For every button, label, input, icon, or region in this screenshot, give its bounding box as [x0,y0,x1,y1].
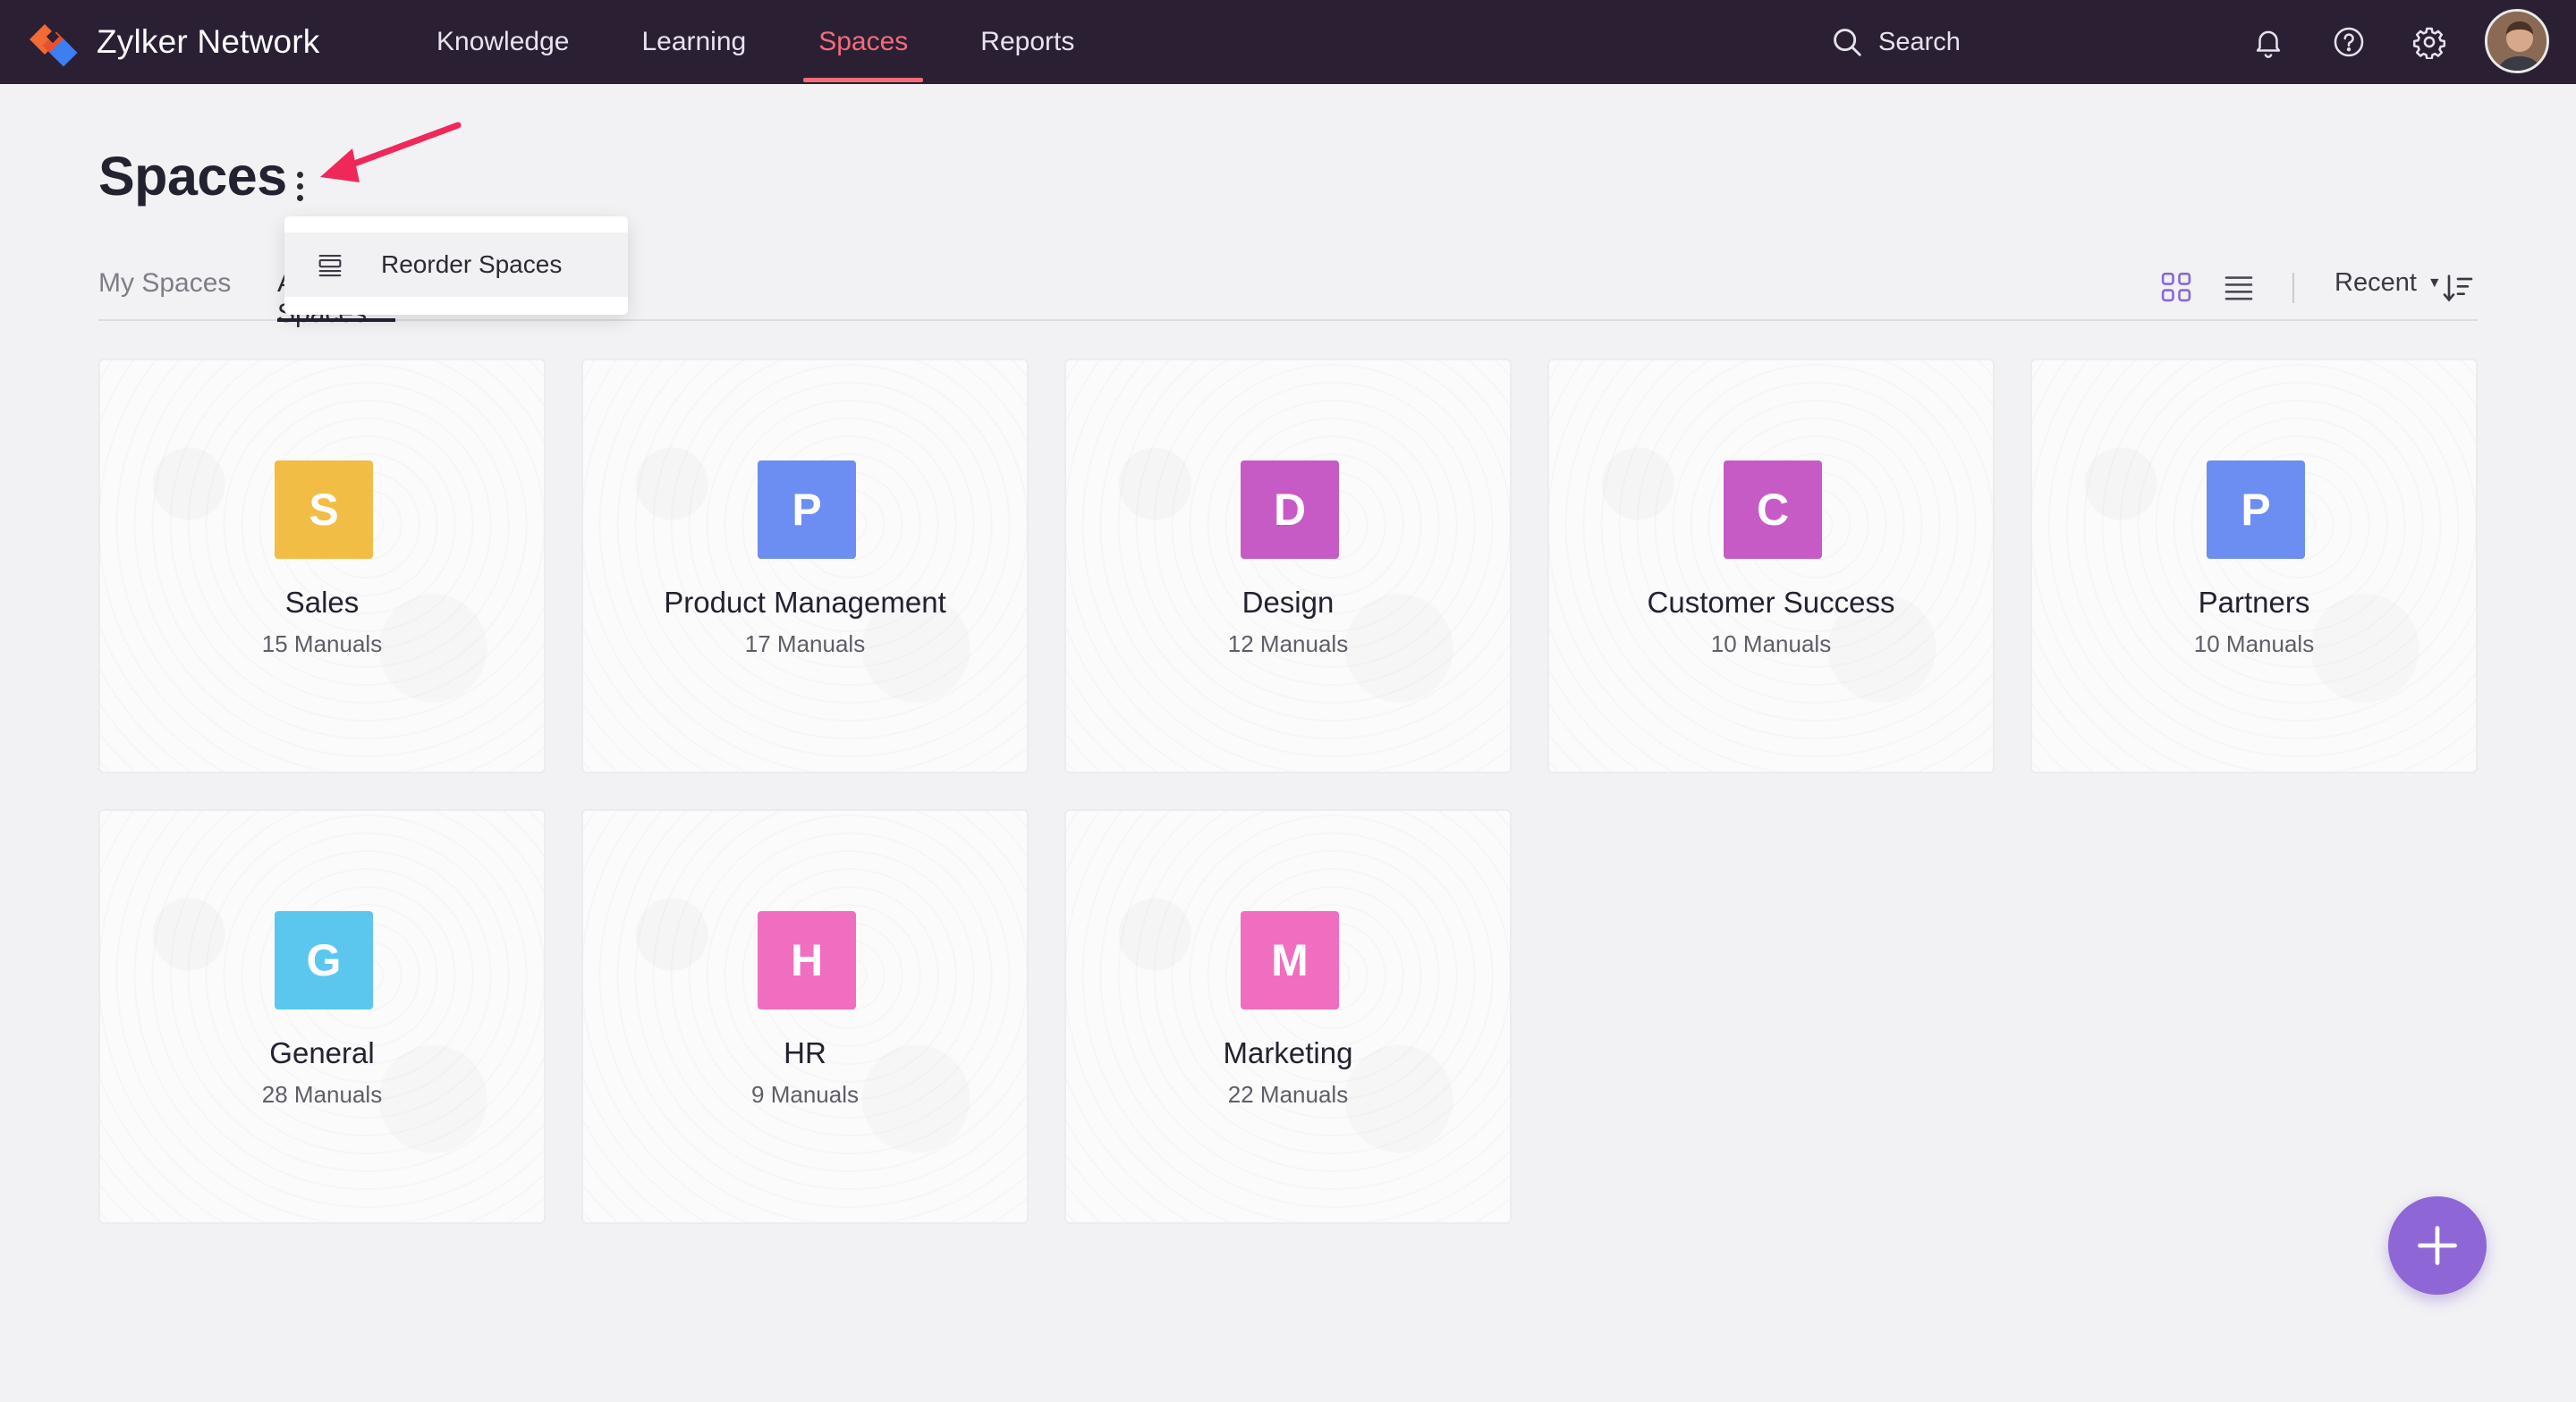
tabs-divider [98,319,2478,321]
space-manual-count: 10 Manuals [2193,630,2315,657]
space-card-sales[interactable]: S Sales 15 Manuals [98,359,546,773]
main-nav: Knowledge Learning Spaces Reports [436,0,1147,84]
more-options-menu: Reorder Spaces [284,216,628,315]
space-badge: P [758,460,856,559]
notifications-button[interactable] [2248,21,2289,63]
space-name: General [269,1036,375,1069]
space-badge: G [275,911,373,1009]
space-manual-count: 17 Manuals [744,630,866,657]
more-options-dot [296,182,303,190]
space-manual-count: 15 Manuals [261,630,383,657]
page-title: Spaces [98,146,287,207]
help-icon [2334,27,2364,57]
space-name: Sales [284,586,360,619]
search-icon [1834,29,1861,56]
top-navigation-bar: Zylker Network Knowledge Learning Spaces… [0,0,2576,84]
reorder-icon [318,255,342,277]
settings-button[interactable] [2409,21,2450,63]
avatar[interactable] [2485,9,2549,73]
list-view-button[interactable] [2220,268,2258,306]
space-name: Partners [2198,586,2310,619]
space-manual-count: 10 Manuals [1710,630,1832,657]
space-manual-count: 22 Manuals [1227,1081,1349,1108]
nav-reports[interactable]: Reports [980,0,1074,84]
list-icon [2224,276,2253,300]
grid-icon [2161,272,2191,302]
sort-label: Recent [2334,268,2417,297]
space-manual-count: 9 Manuals [751,1081,859,1108]
plus-icon [2418,1226,2457,1265]
grid-view-button[interactable] [2157,268,2195,306]
add-space-button[interactable] [2388,1196,2487,1295]
annotation-arrow-icon [320,122,462,182]
user-avatar-icon [2487,12,2546,71]
toolbar-divider [2292,273,2294,303]
bell-icon [2256,30,2281,58]
space-badge: S [275,460,373,559]
nav-knowledge[interactable]: Knowledge [436,0,569,84]
more-options-dot [296,171,303,178]
space-card-marketing[interactable]: M Marketing 22 Manuals [1064,809,1512,1224]
space-card-hr[interactable]: H HR 9 Manuals [581,809,1029,1224]
space-card-general[interactable]: G General 28 Manuals [98,809,546,1224]
space-name: Product Management [664,586,946,619]
space-name: HR [784,1036,826,1069]
space-card-customer-success[interactable]: C Customer Success 10 Manuals [1547,359,1995,773]
help-button[interactable] [2328,21,2369,63]
tab-my-spaces[interactable]: My Spaces [98,268,231,299]
search-label: Search [1878,27,1961,56]
menu-item-label: Reorder Spaces [381,250,563,278]
zylker-logo-icon [30,24,78,67]
space-card-product-management[interactable]: P Product Management 17 Manuals [581,359,1029,773]
space-name: Customer Success [1647,586,1895,619]
sort-dropdown[interactable]: Recent ▼ [2334,268,2442,298]
space-badge: M [1241,911,1339,1009]
brand-name: Zylker Network [97,23,320,60]
space-name: Marketing [1223,1036,1353,1069]
sort-descending-icon [2443,274,2473,302]
space-name: Design [1241,586,1335,619]
space-badge: H [758,911,856,1009]
space-badge: C [1724,460,1822,559]
space-manual-count: 12 Manuals [1227,630,1349,657]
nav-spaces[interactable]: Spaces [803,0,924,84]
search-box[interactable]: Search [1830,20,1961,64]
gear-icon [2412,27,2446,59]
space-badge: P [2207,460,2305,559]
more-options-dot [296,194,303,201]
brand[interactable]: Zylker Network [27,11,320,73]
space-card-partners[interactable]: P Partners 10 Manuals [2030,359,2478,773]
space-card-design[interactable]: D Design 12 Manuals [1064,359,1512,773]
sort-order-button[interactable] [2440,270,2476,306]
space-badge: D [1241,460,1339,559]
space-manual-count: 28 Manuals [261,1081,383,1108]
menu-item-reorder-spaces[interactable]: Reorder Spaces [284,232,628,297]
nav-learning[interactable]: Learning [641,0,746,84]
more-options-button[interactable] [288,165,311,207]
